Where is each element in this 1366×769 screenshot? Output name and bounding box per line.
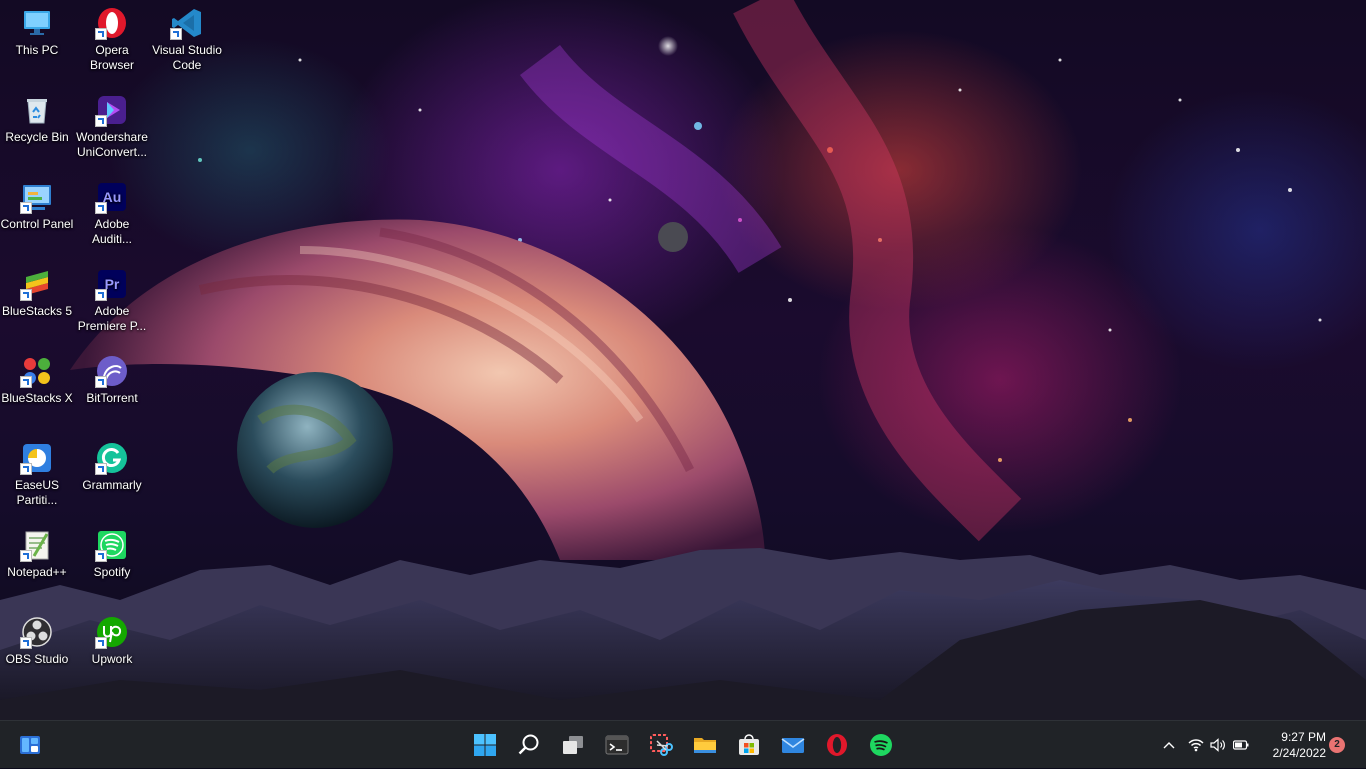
desktop-icon-label: Spotify: [93, 565, 131, 579]
spotify-taskbar-button[interactable]: [865, 729, 897, 761]
shortcut-arrow-icon: [95, 463, 107, 475]
desktop-icon-obs-studio[interactable]: OBS Studio: [0, 609, 74, 667]
desktop-icon-spotify[interactable]: Spotify: [75, 522, 149, 580]
shortcut-arrow-icon: [95, 115, 107, 127]
snipping-tool-icon: [650, 734, 673, 756]
desktop-icon-label: Adobe Auditi...: [91, 217, 133, 246]
bluestacks-x-icon: [20, 354, 54, 388]
notepad-plus-plus-icon: [20, 528, 54, 562]
desktop-icon-label: BlueStacks 5: [1, 304, 73, 318]
desktop-icon-this-pc[interactable]: This PC: [0, 0, 74, 58]
desktop-icon-label: Notepad++: [7, 565, 67, 579]
wondershare-uniconverter-icon: [95, 93, 129, 127]
visual-studio-code-icon: [170, 6, 204, 40]
start-button[interactable]: [469, 729, 501, 761]
desktop-icon-adobe-audition[interactable]: Au Adobe Auditi...: [75, 174, 149, 247]
spotify-app-icon: [95, 528, 129, 562]
desktop-icon-easeus-partition[interactable]: EaseUS Partiti...: [0, 435, 74, 508]
mail-button[interactable]: [777, 729, 809, 761]
desktop-icon-label: Control Panel: [0, 217, 74, 231]
widgets-button[interactable]: [14, 729, 46, 761]
snipping-tool-button[interactable]: [645, 729, 677, 761]
this-pc-icon: [20, 6, 54, 40]
microsoft-store-button[interactable]: [733, 729, 765, 761]
easeus-partition-icon: [20, 441, 54, 475]
opera-taskbar-button[interactable]: [821, 729, 853, 761]
clock-date: 2/24/2022: [1272, 746, 1326, 760]
file-explorer-icon: [694, 738, 716, 753]
desktop-icon-label: EaseUS Partiti...: [14, 478, 60, 507]
clock[interactable]: 9:27 PM 2/24/2022: [1273, 729, 1326, 761]
opera-icon: [827, 734, 847, 756]
desktop-icon-label: Adobe Premiere P...: [77, 304, 147, 333]
volume-icon[interactable]: [1210, 737, 1226, 753]
desktop-icon-recycle-bin[interactable]: Recycle Bin: [0, 87, 74, 145]
shortcut-arrow-icon: [95, 550, 107, 562]
desktop-icon-label: Grammarly: [82, 478, 142, 492]
clock-time: 9:27 PM: [1281, 730, 1326, 744]
desktop-icon-bluestacks-x[interactable]: BlueStacks X: [0, 348, 74, 406]
desktop-icon-label: Upwork: [91, 652, 133, 666]
bluestacks-5-icon: [20, 267, 54, 301]
desktop-icon-label: OBS Studio: [5, 652, 69, 666]
desktop-icon-label: Visual Studio Code: [152, 43, 222, 72]
desktop-icon-bluestacks-5[interactable]: BlueStacks 5: [0, 261, 74, 319]
wifi-icon[interactable]: [1188, 737, 1204, 753]
task-view-button[interactable]: [557, 729, 589, 761]
shortcut-arrow-icon: [20, 202, 32, 214]
task-view-icon: [563, 736, 583, 754]
shortcut-arrow-icon: [20, 289, 32, 301]
microsoft-store-icon: [739, 734, 759, 755]
desktop-icon-label: This PC: [15, 43, 59, 57]
widgets-icon: [20, 736, 40, 754]
desktop-icon-grammarly[interactable]: Grammarly: [75, 435, 149, 493]
desktop-icon-label: BlueStacks X: [1, 391, 73, 405]
terminal-button[interactable]: [601, 729, 633, 761]
desktop-icon-visual-studio-code[interactable]: Visual Studio Code: [150, 0, 224, 73]
shortcut-arrow-icon: [95, 28, 107, 40]
shortcut-arrow-icon: [20, 463, 32, 475]
desktop-icon-label: BitTorrent: [86, 391, 138, 405]
file-explorer-button[interactable]: [689, 729, 721, 761]
adobe-audition-icon: Au: [95, 180, 129, 214]
taskbar: 9:27 PM 2/24/2022 2: [0, 720, 1366, 768]
chevron-up-icon[interactable]: [1161, 737, 1177, 753]
upwork-icon: [95, 615, 129, 649]
desktop-wallpaper: [0, 0, 1366, 720]
shortcut-arrow-icon: [20, 376, 32, 388]
system-tray: 9:27 PM 2/24/2022 2: [1151, 721, 1366, 769]
desktop-icon-opera-browser[interactable]: Opera Browser: [75, 0, 149, 73]
bittorrent-icon: [95, 354, 129, 388]
terminal-icon: [605, 735, 629, 755]
desktop-icon-label: Opera Browser: [89, 43, 134, 72]
notification-badge[interactable]: 2: [1329, 737, 1345, 753]
search-button[interactable]: [513, 729, 545, 761]
desktop-icon-control-panel[interactable]: Control Panel: [0, 174, 74, 232]
obs-studio-icon: [20, 615, 54, 649]
shortcut-arrow-icon: [95, 202, 107, 214]
grammarly-icon: [95, 441, 129, 475]
desktop-icon-notepad-plus-plus[interactable]: Notepad++: [0, 522, 74, 580]
recycle-bin-icon: [20, 93, 54, 127]
desktop-icon-adobe-premiere[interactable]: Pr Adobe Premiere P...: [75, 261, 149, 334]
control-panel-icon: [20, 180, 54, 214]
search-icon: [518, 734, 539, 755]
desktop-icon-upwork[interactable]: Upwork: [75, 609, 149, 667]
battery-icon[interactable]: [1232, 737, 1249, 753]
desktop-icon-label: Recycle Bin: [5, 130, 69, 144]
shortcut-arrow-icon: [95, 289, 107, 301]
windows-start-icon: [474, 734, 496, 756]
shortcut-arrow-icon: [20, 550, 32, 562]
shortcut-arrow-icon: [95, 637, 107, 649]
shortcut-arrow-icon: [20, 637, 32, 649]
opera-browser-icon: [95, 6, 129, 40]
desktop-icon-label: Wondershare UniConvert...: [76, 130, 148, 159]
adobe-premiere-icon: Pr: [95, 267, 129, 301]
desktop-icon-wondershare-uniconverter[interactable]: Wondershare UniConvert...: [75, 87, 149, 160]
mail-icon: [781, 738, 805, 753]
shortcut-arrow-icon: [170, 28, 182, 40]
desktop-icon-bittorrent[interactable]: BitTorrent: [75, 348, 149, 406]
shortcut-arrow-icon: [95, 376, 107, 388]
spotify-icon: [870, 734, 892, 756]
